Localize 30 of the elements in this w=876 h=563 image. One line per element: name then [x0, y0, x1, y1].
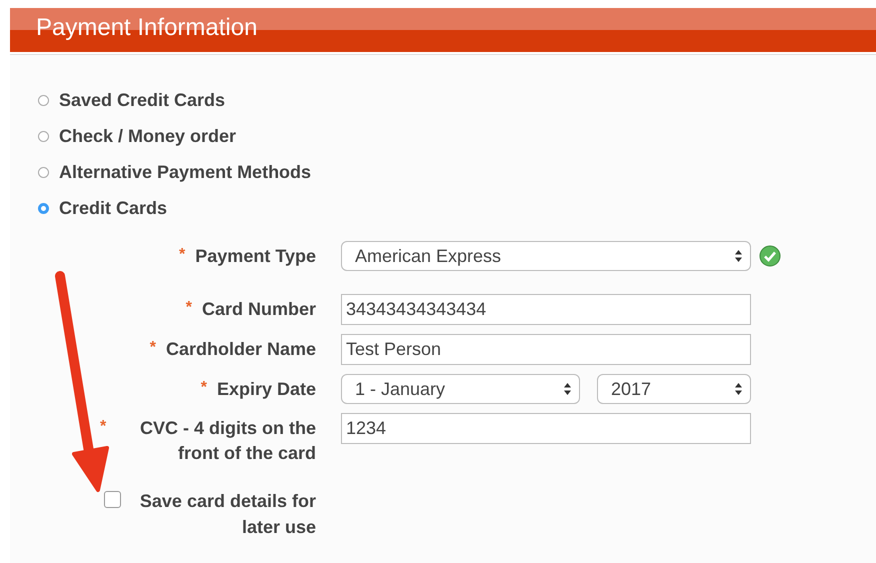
radio-button[interactable] — [38, 166, 49, 178]
radio-button[interactable] — [38, 130, 49, 142]
updown-icon — [564, 383, 571, 395]
section-title: Payment Information — [36, 14, 258, 43]
radio-label[interactable]: Check / Money order — [59, 126, 236, 146]
select-field[interactable]: American Express — [341, 241, 751, 271]
select-field[interactable]: 2017 — [597, 374, 751, 404]
field-label: CVC - 4 digits on the front of the card — [138, 417, 316, 465]
required-mark: * — [186, 299, 192, 317]
required-mark: * — [100, 418, 106, 436]
field-label: Card Number — [202, 298, 316, 321]
required-mark: * — [200, 379, 207, 397]
checkbox-label[interactable]: Save card details for later use — [129, 488, 316, 540]
radio-label[interactable]: Saved Credit Cards — [59, 90, 226, 110]
field-label: Cardholder Name — [166, 338, 316, 361]
required-mark: * — [179, 246, 186, 264]
input-field[interactable]: 1234 — [341, 413, 751, 444]
input-field[interactable]: Test Person — [341, 334, 751, 365]
radio-button[interactable] — [38, 94, 49, 106]
input-field[interactable]: 34343434343434 — [341, 294, 751, 325]
radio-label[interactable]: Alternative Payment Methods — [59, 162, 312, 182]
radio-label[interactable]: Credit Cards — [59, 198, 168, 218]
required-mark: * — [150, 339, 156, 357]
updown-icon — [735, 250, 742, 262]
checkbox[interactable] — [104, 491, 121, 508]
radio-button[interactable] — [38, 202, 49, 214]
field-label: Expiry Date — [216, 378, 316, 401]
select-field[interactable]: 1 - January — [341, 374, 580, 404]
updown-icon — [735, 383, 742, 395]
field-label: Payment Type — [195, 245, 316, 268]
